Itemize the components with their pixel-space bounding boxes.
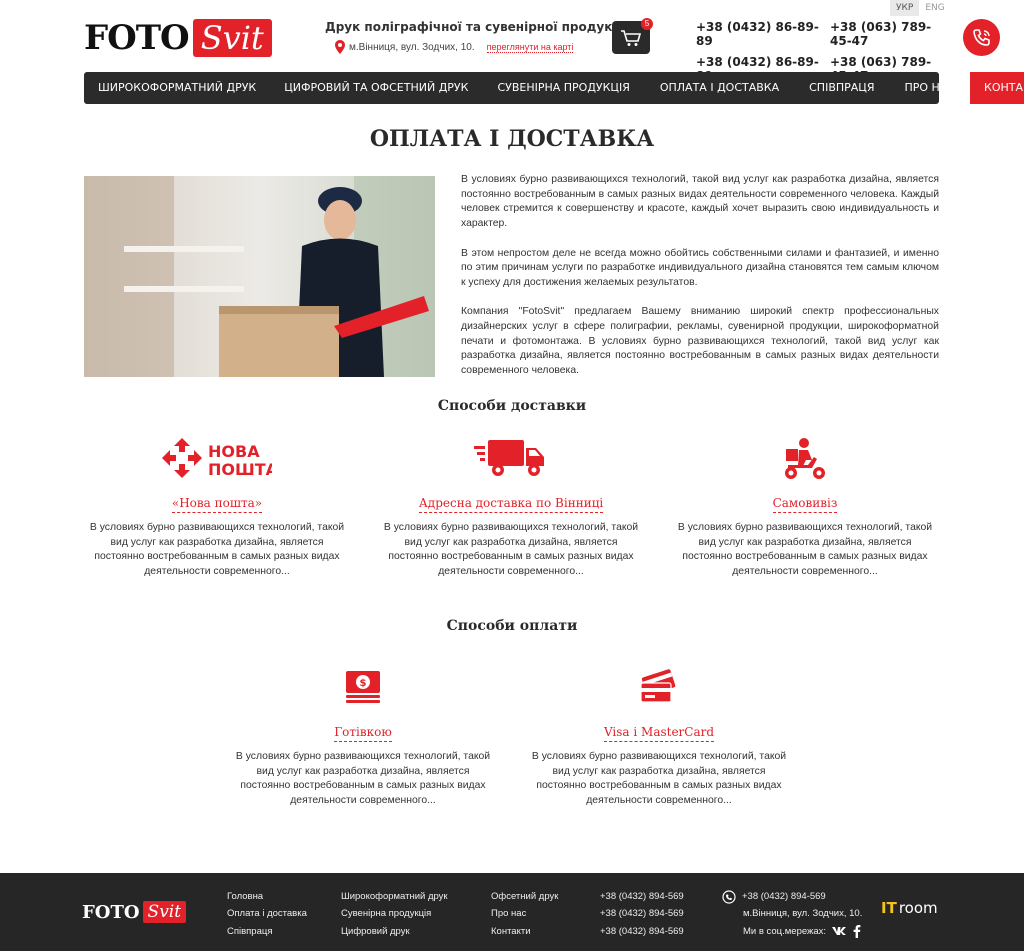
credit-cards-icon [529, 663, 789, 711]
payment-card: $ Готівкою В условиях бурно развивающихс… [233, 663, 493, 809]
cart-icon [621, 29, 642, 46]
lang-ukr[interactable]: УКР [890, 0, 920, 16]
vk-icon[interactable] [832, 926, 847, 936]
site-footer: FOTO Svit Головна Оплата і доставка Спів… [0, 873, 1024, 951]
facebook-icon[interactable] [853, 924, 861, 938]
delivery-card: Самовивіз В условиях бурно развивающихся… [675, 434, 935, 580]
social-label: Ми в соц.мережах: [743, 925, 827, 937]
footer-links-col3: Офсетний друк Про нас Контакти [491, 888, 558, 940]
delivery-card: НОВА ПОШТА «Нова пошта» В условиях бурно… [87, 434, 347, 580]
footer-phone[interactable]: +38 (0432) 894-569 [600, 905, 684, 922]
footer-link[interactable]: Сувенірна продукція [341, 905, 448, 922]
developer-logo[interactable]: IT room [881, 899, 938, 917]
footer-logo-svit: Svit [142, 901, 187, 923]
nova-poshta-logo: НОВА ПОШТА [87, 434, 347, 482]
site-tagline: Друк поліграфічної та сувенірної продукц… [325, 20, 630, 34]
map-link[interactable]: переглянути на карті [486, 42, 574, 53]
delivery-option-desc: В условиях бурно развивающихся технологи… [677, 522, 933, 578]
footer-link[interactable]: Широкоформатний друк [341, 888, 448, 905]
delivery-card: Адресна доставка по Вінниці В условиях б… [381, 434, 641, 580]
footer-link[interactable]: Офсетний друк [491, 888, 558, 905]
nova-text: НОВА [208, 442, 260, 461]
footer-phone[interactable]: +38 (0432) 894-569 [600, 888, 684, 905]
payment-option-title[interactable]: Готівкою [334, 725, 392, 742]
intro-paragraph: В условиях бурно развивающихся технологи… [461, 174, 939, 230]
payment-option-desc: В условиях бурно развивающихся технологи… [531, 751, 787, 807]
itroom-room: room [898, 899, 938, 917]
lang-eng[interactable]: ENG [919, 0, 950, 16]
page: УКР ENG FOTO Svit Друк поліграфічної та … [0, 0, 1024, 951]
delivery-option-title[interactable]: «Нова пошта» [171, 496, 263, 513]
delivery-option-desc: В условиях бурно развивающихся технологи… [383, 522, 639, 578]
nav-item-payment-delivery[interactable]: ОПЛАТА І ДОСТАВКА [645, 72, 794, 104]
footer-link[interactable]: Контакти [491, 923, 558, 940]
payment-card: Visa і MasterCard В условиях бурно разви… [529, 663, 789, 809]
cart-button[interactable]: 5 [612, 18, 653, 54]
delivery-section-title: Способи доставки [437, 398, 587, 414]
footer-links-col2: Широкоформатний друк Сувенірна продукція… [341, 888, 448, 940]
payment-option-title[interactable]: Visa і MasterCard [603, 725, 715, 742]
footer-logo-foto: FOTO [82, 901, 140, 923]
footer-link[interactable]: Цифровий друк [341, 923, 448, 940]
header-address: м.Вінниця, вул. Зодчих, 10. переглянути … [335, 40, 574, 54]
payment-option-desc: В условиях бурно развивающихся технологи… [235, 751, 491, 807]
language-switcher: УКР ENG [890, 0, 951, 16]
nav-item-wide-format[interactable]: ШИРОКОФОРМАТНИЙ ДРУК [84, 72, 270, 104]
phone-link[interactable]: +38 (0432) 86-89-89 [696, 20, 830, 48]
site-logo[interactable]: FOTO Svit [84, 18, 272, 58]
nav-item-contacts[interactable]: КОНТАКТИ [970, 72, 1024, 104]
delivery-truck-icon [381, 434, 641, 482]
map-pin-icon [335, 40, 345, 54]
nav-item-souvenir[interactable]: СУВЕНІРНА ПРОДУКЦІЯ [482, 72, 644, 104]
logo-svit: Svit [192, 19, 272, 57]
footer-logo[interactable]: FOTO Svit [82, 901, 187, 923]
social-row: Ми в соц.мережах: [722, 923, 862, 940]
payment-section-title: Способи оплати [446, 618, 578, 634]
intro-paragraph: Компания "FotoSvit" предлагаем Вашему вн… [461, 306, 939, 377]
phone-link[interactable]: +38 (063) 789-45-47 [830, 20, 940, 48]
footer-link[interactable]: Співпраця [227, 923, 307, 940]
address-text: м.Вінниця, вул. Зодчих, 10. [349, 41, 475, 53]
page-title: ОПЛАТА І ДОСТАВКА [369, 126, 655, 152]
footer-link[interactable]: Головна [227, 888, 307, 905]
delivery-option-title[interactable]: Самовивіз [772, 496, 838, 513]
delivery-option-title[interactable]: Адресна доставка по Вінниці [418, 496, 604, 513]
callback-button[interactable] [963, 19, 1000, 56]
footer-link[interactable]: Про нас [491, 905, 558, 922]
scooter-courier-icon [675, 434, 935, 482]
intro-paragraph: В этом непростом деле не всегда можно об… [461, 247, 939, 288]
footer-phones: +38 (0432) 894-569 +38 (0432) 894-569 +3… [600, 888, 684, 940]
viber-icon [722, 890, 736, 904]
cash-icon: $ [233, 663, 493, 711]
footer-address: м.Вінниця, вул. Зодчих, 10. [743, 908, 863, 920]
viber-row: +38 (0432) 894-569 [722, 888, 862, 905]
nav-item-about[interactable]: ПРО НАС [889, 72, 970, 104]
delivery-option-desc: В условиях бурно развивающихся технологи… [89, 522, 345, 578]
svg-text:$: $ [360, 678, 367, 689]
footer-phone[interactable]: +38 (0432) 894-569 [600, 923, 684, 940]
itroom-it: IT [881, 899, 897, 917]
footer-links-col1: Головна Оплата і доставка Співпраця [227, 888, 307, 940]
logo-foto: FOTO [84, 18, 190, 58]
poshta-text: ПОШТА [208, 460, 272, 479]
hero-image [84, 176, 435, 377]
footer-link[interactable]: Оплата і доставка [227, 905, 307, 922]
nav-item-digital-offset[interactable]: ЦИФРОВИЙ ТА ОФСЕТНИЙ ДРУК [270, 72, 482, 104]
courier-photo [84, 176, 435, 377]
footer-contact: +38 (0432) 894-569 м.Вінниця, вул. Зодчи… [722, 888, 862, 940]
intro-text: В условиях бурно развивающихся технологи… [461, 173, 939, 394]
cart-count-badge: 5 [641, 18, 653, 30]
nav-item-cooperation[interactable]: СПІВПРАЦЯ [794, 72, 889, 104]
viber-phone[interactable]: +38 (0432) 894-569 [742, 888, 826, 905]
phone-icon [972, 28, 990, 46]
main-nav: ШИРОКОФОРМАТНИЙ ДРУК ЦИФРОВИЙ ТА ОФСЕТНИ… [84, 72, 1024, 104]
